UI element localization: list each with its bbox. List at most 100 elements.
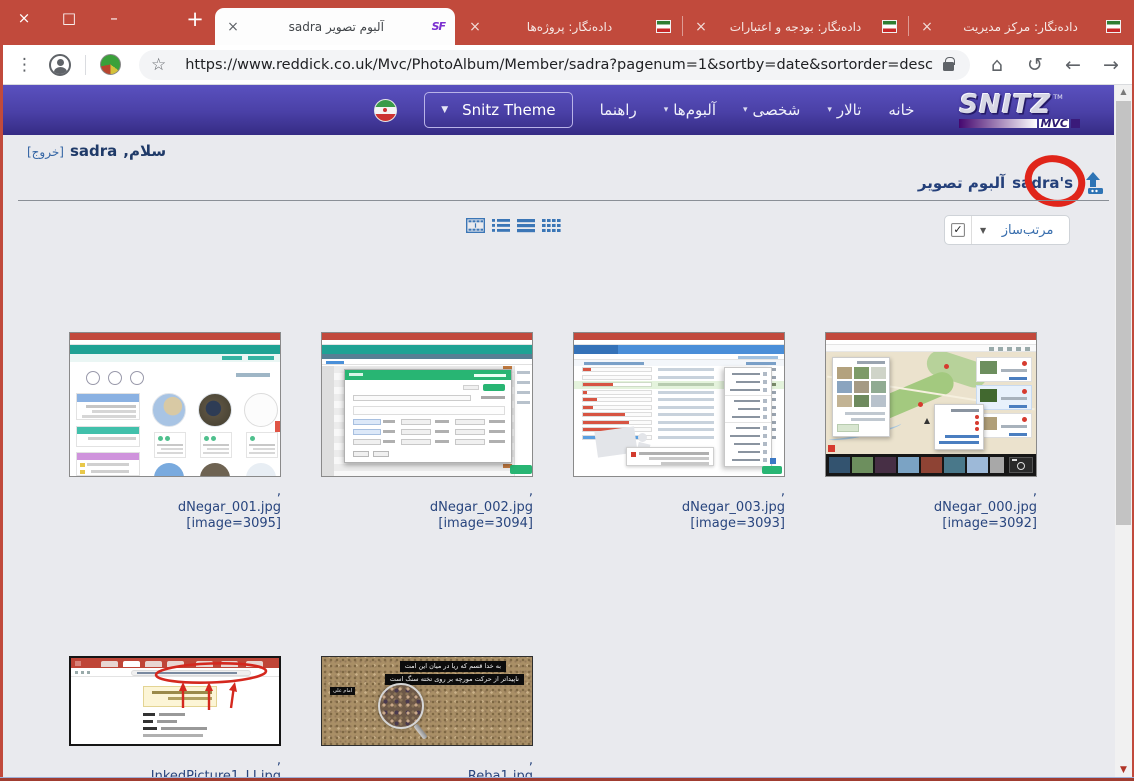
page-title-owner: sadra's — [1012, 174, 1073, 192]
snitz-logo[interactable]: SNITZ TM MVC — [959, 92, 1080, 128]
filmstrip-view-icon[interactable] — [466, 218, 485, 233]
caption-separator: , — [825, 484, 1037, 500]
album-image-id: [image=3095] — [69, 516, 281, 532]
logout-link[interactable]: [خروج] — [27, 145, 64, 159]
page-title-album: آلبوم تصویر — [918, 174, 1005, 192]
album-filename-link[interactable]: Reba1.jpg — [321, 769, 533, 777]
sort-label: مرتب‌ساز — [986, 223, 1069, 238]
tab-close-icon[interactable]: × — [225, 19, 241, 35]
page-title: sadra's آلبوم تصویر — [918, 171, 1106, 195]
list-bullet-view-icon[interactable] — [492, 218, 510, 233]
tab-dadehnegar-budget[interactable]: × داده‌نگار: بودجه و اعتبارات — [683, 8, 907, 45]
dadehnegar-favicon-icon — [882, 20, 897, 33]
nav-item-help[interactable]: راهنما — [600, 101, 637, 119]
toolbar-divider — [85, 55, 86, 75]
nav-item-personal[interactable]: شخصی ▾ — [743, 101, 800, 119]
theme-select[interactable]: Snitz Theme ▼ — [424, 92, 572, 128]
nav-label: خانه — [888, 101, 914, 119]
new-tab-button[interactable]: + — [183, 7, 207, 31]
browser-menu-icon[interactable]: ⋮ — [16, 55, 33, 75]
scroll-up-icon[interactable]: ▲ — [1115, 87, 1132, 96]
album-thumbnail-dnegar-003[interactable] — [573, 332, 785, 477]
tab-title: آلبوم تصویر sadra — [249, 20, 424, 34]
album-thumbnail-dnegar-001[interactable] — [69, 332, 281, 477]
album-image-id: [image=3094] — [321, 516, 533, 532]
album-item: به خدا قسم که ریا در میان این امت ناپیدا… — [301, 656, 553, 777]
vertical-scrollbar[interactable]: ▲ ▼ — [1115, 85, 1132, 777]
chevron-down-icon: ▾ — [827, 105, 832, 115]
tab-close-icon[interactable]: × — [467, 19, 483, 35]
snitz-favicon-icon: SF — [432, 20, 445, 33]
nav-item-albums[interactable]: آلبوم‌ها ▾ — [664, 101, 716, 119]
window-minimize-button[interactable]: – — [104, 7, 124, 29]
chevron-down-icon: ▼ — [980, 226, 986, 235]
chevron-down-icon: ▾ — [664, 105, 669, 115]
nav-item-forum[interactable]: تالار ▾ — [827, 101, 861, 119]
iran-flag-icon[interactable] — [374, 99, 397, 122]
reba-quote-line1: به خدا قسم که ریا در میان این امت — [400, 661, 506, 672]
home-button[interactable]: ⌂ — [986, 54, 1008, 76]
album-filename-link[interactable]: dNegar_002.jpg — [321, 500, 533, 516]
view-toggle-group — [466, 218, 561, 233]
caption-separator: , — [573, 484, 785, 500]
tab-title: داده‌نگار: مرکز مدیریت — [943, 20, 1098, 34]
window-close-button[interactable]: × — [14, 7, 34, 29]
album-thumbnail-dnegar-000[interactable] — [825, 332, 1037, 477]
window-maximize-button[interactable]: □ — [59, 7, 79, 29]
https-lock-icon[interactable] — [943, 62, 954, 71]
album-thumbnail-reba[interactable]: به خدا قسم که ریا در میان این امت ناپیدا… — [321, 656, 533, 746]
album-filename-link[interactable]: dNegar_001.jpg — [69, 500, 281, 516]
window-border-bottom — [0, 777, 1134, 781]
tab-dadehnegar-projects[interactable]: × داده‌نگار: پروژه‌ها — [457, 8, 681, 45]
album-filename-link[interactable]: dNegar_003.jpg — [573, 500, 785, 516]
separator-rule — [18, 200, 1109, 201]
nav-item-home[interactable]: خانه — [888, 101, 914, 119]
brand-square — [1071, 119, 1080, 128]
browser-toolbar: ⋮ ☆ https://www.reddick.co.uk/Mvc/PhotoA… — [0, 45, 1134, 85]
scroll-down-icon[interactable]: ▼ — [1115, 765, 1132, 775]
nav-label: راهنما — [600, 101, 637, 119]
caption-separator: , — [321, 484, 533, 500]
album-thumbnail-dnegar-002[interactable] — [321, 332, 533, 477]
sort-checkbox[interactable]: ✓ — [951, 223, 965, 237]
reload-button[interactable]: ↺ — [1024, 54, 1046, 76]
brand-gradient-bar — [959, 119, 1037, 128]
album-item: , dNegar_001.jpg [image=3095] — [49, 332, 301, 532]
reba-quote-signature: امام علی — [330, 687, 355, 695]
tab-close-icon[interactable]: × — [693, 19, 709, 35]
album-item: , InkedPicture1_LI.jpg — [49, 656, 301, 777]
brand-trademark: TM — [1053, 94, 1063, 101]
forward-button[interactable]: → — [1100, 54, 1122, 76]
brand-name: SNITZ — [959, 92, 1051, 118]
bookmark-star-icon[interactable]: ☆ — [151, 55, 166, 75]
idm-extension-icon[interactable] — [100, 54, 121, 75]
grid-view-icon[interactable] — [542, 218, 561, 233]
greeting: سلام, sadra [خروج] — [27, 142, 166, 160]
url-text[interactable]: https://www.reddick.co.uk/Mvc/PhotoAlbum… — [185, 57, 933, 73]
tab-close-icon[interactable]: × — [919, 19, 935, 35]
tab-photo-album[interactable]: × آلبوم تصویر sadra SF — [215, 8, 455, 45]
album-grid: , dNegar_001.jpg [image=3095] — [49, 332, 1057, 777]
list-view-icon[interactable] — [517, 218, 535, 233]
album-filename-link[interactable]: InkedPicture1_LI.jpg — [69, 769, 281, 777]
sort-checkbox-segment: ✓ — [945, 216, 972, 244]
nav-label: تالار — [837, 101, 862, 119]
scrollbar-thumb[interactable] — [1116, 101, 1131, 525]
brand-subtitle: MVC — [1039, 119, 1069, 128]
dadehnegar-favicon-icon — [1106, 20, 1121, 33]
album-thumbnail-inkedpicture[interactable] — [69, 656, 281, 746]
tab-dadehnegar-admin[interactable]: × داده‌نگار: مرکز مدیریت — [909, 8, 1131, 45]
address-bar[interactable]: ☆ https://www.reddick.co.uk/Mvc/PhotoAlb… — [139, 50, 970, 80]
back-button[interactable]: ← — [1062, 54, 1084, 76]
greeting-hello: سلام, — [123, 142, 166, 160]
album-image-id: [image=3093] — [573, 516, 785, 532]
window-border-left — [0, 45, 3, 777]
tab-bar: × □ – + × آلبوم تصویر sadra SF × داده‌نگ… — [0, 0, 1134, 45]
album-filename-link[interactable]: dNegar_000.jpg — [825, 500, 1037, 516]
site-navbar: SNITZ TM MVC خانه تالار ▾ شخصی ▾ آلبوم‌ه… — [0, 85, 1114, 135]
nav-label: شخصی — [753, 101, 801, 119]
sort-dropdown[interactable]: مرتب‌ساز ▼ ✓ — [944, 215, 1070, 245]
profile-avatar-icon[interactable] — [49, 54, 71, 76]
upload-icon[interactable] — [1080, 171, 1106, 195]
chevron-down-icon: ▾ — [743, 105, 748, 115]
